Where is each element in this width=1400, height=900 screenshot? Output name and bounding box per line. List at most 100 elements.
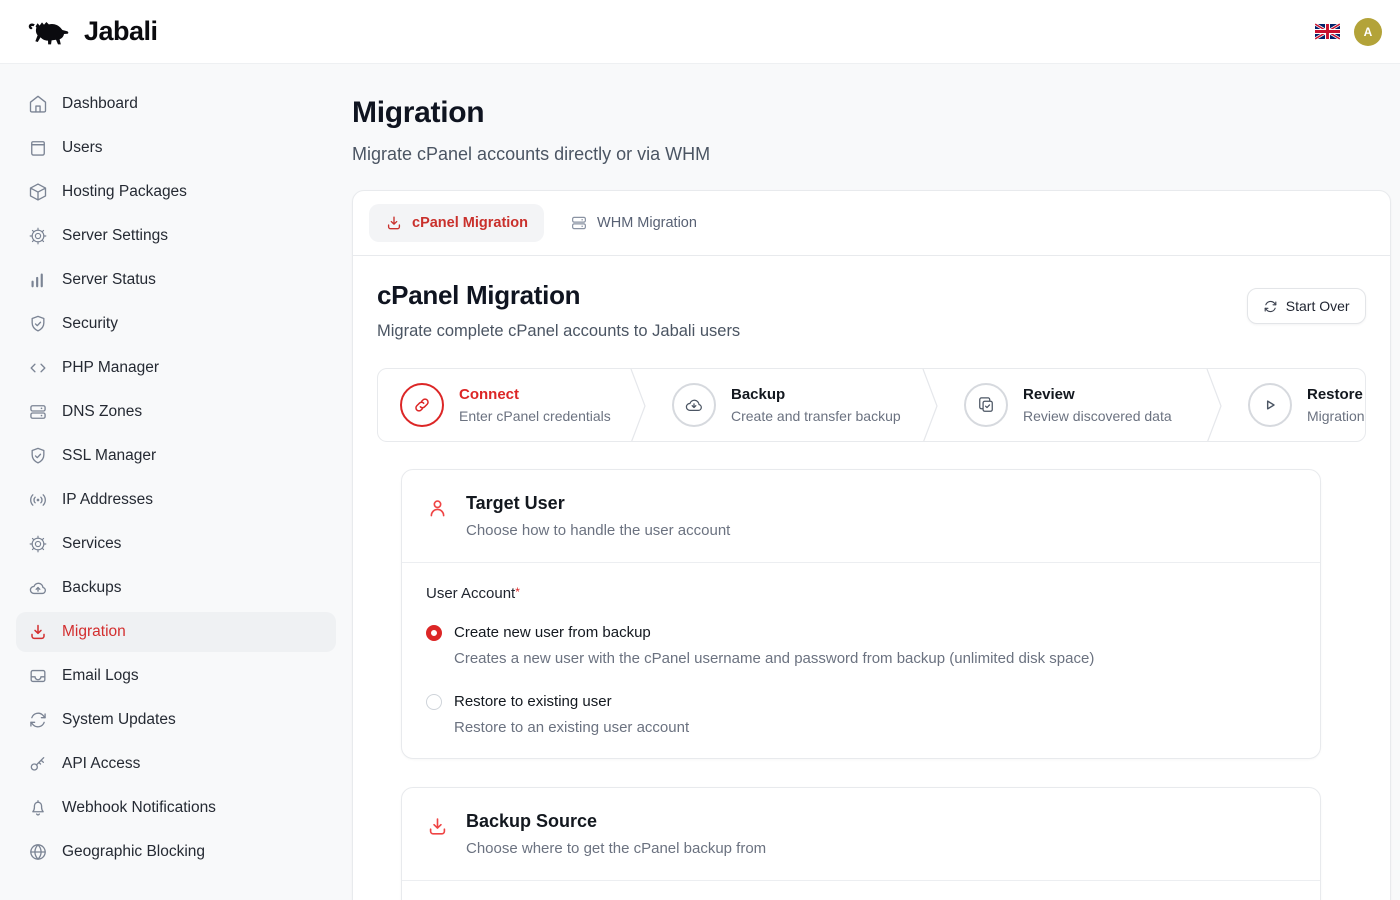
sidebar-item-label: IP Addresses [62,491,153,509]
sidebar-item-label: DNS Zones [62,403,142,421]
backup-source-card: Backup Source Choose where to get the cP… [401,787,1321,900]
start-over-button[interactable]: Start Over [1247,288,1366,324]
option-restore-existing-user: Restore to existing user Restore to an e… [426,693,1296,736]
sidebar-item-migration[interactable]: Migration [16,612,336,652]
sidebar-item-server-settings[interactable]: Server Settings [16,216,336,256]
option-description: Restore to an existing user account [454,719,1296,736]
sidebar-item-php-manager[interactable]: PHP Manager [16,348,336,388]
sidebar-item-email-logs[interactable]: Email Logs [16,656,336,696]
cloud-upload-icon [28,578,48,598]
radio-selected-icon[interactable] [426,625,442,641]
gear-icon [28,534,48,554]
sidebar-item-dns-zones[interactable]: DNS Zones [16,392,336,432]
clipboard-check-icon [976,395,996,415]
step-restore: Restore Migration [1226,369,1365,441]
shield-check-icon [28,314,48,334]
card-subtitle: Choose where to get the cPanel backup fr… [466,840,766,857]
step-subtitle: Review discovered data [1023,408,1172,424]
sidebar: Dashboard Users Hosting Packages Server … [0,64,352,900]
sidebar-item-security[interactable]: Security [16,304,336,344]
bar-chart-icon [28,270,48,290]
sidebar-item-geographic-blocking[interactable]: Geographic Blocking [16,832,336,872]
sidebar-item-label: Security [62,315,118,333]
globe-icon [28,842,48,862]
download-icon [426,815,449,838]
sidebar-item-label: Dashboard [62,95,138,113]
brand-name: Jabali [84,16,158,47]
refresh-icon [28,710,48,730]
person-icon [426,497,449,520]
section-subtitle: Migrate complete cPanel accounts to Jaba… [377,322,740,341]
option-create-new-user: Create new user from backup Creates a ne… [426,624,1296,667]
sidebar-item-api-access[interactable]: API Access [16,744,336,784]
cloud-download-icon [684,395,704,415]
sidebar-item-server-status[interactable]: Server Status [16,260,336,300]
step-title: Connect [459,386,611,403]
radio-unselected-icon[interactable] [426,694,442,710]
step-circle [400,383,444,427]
page-title: Migration [352,96,1391,130]
step-subtitle: Migration [1307,408,1365,424]
main-content: Migration Migrate cPanel accounts direct… [352,64,1400,900]
tab-bar: cPanel Migration WHM Migration [353,191,1390,256]
shield-check-icon [28,446,48,466]
tab-label: cPanel Migration [412,215,528,231]
sidebar-item-label: PHP Manager [62,359,159,377]
radio-create-new-user[interactable]: Create new user from backup [426,624,1296,641]
step-separator [630,369,650,441]
home-icon [28,94,48,114]
bell-icon [28,798,48,818]
required-mark: * [515,585,520,599]
boar-logo-icon [26,15,74,49]
uk-flag-icon[interactable] [1315,23,1340,40]
sidebar-item-hosting-packages[interactable]: Hosting Packages [16,172,336,212]
sidebar-item-ip-addresses[interactable]: IP Addresses [16,480,336,520]
server-icon [570,214,588,232]
step-circle [672,383,716,427]
tab-cpanel-migration[interactable]: cPanel Migration [369,204,544,242]
step-backup: Backup Create and transfer backup [650,369,922,441]
step-separator [922,369,942,441]
sidebar-item-ssl-manager[interactable]: SSL Manager [16,436,336,476]
step-title: Restore [1307,386,1365,403]
broadcast-icon [28,490,48,510]
server-icon [28,402,48,422]
card-title: Backup Source [466,811,766,832]
start-over-label: Start Over [1286,298,1350,314]
sidebar-item-label: Server Settings [62,227,168,245]
sidebar-item-label: System Updates [62,711,176,729]
step-title: Backup [731,386,901,403]
option-description: Creates a new user with the cPanel usern… [454,650,1296,667]
card-subtitle: Choose how to handle the user account [466,522,730,539]
sidebar-item-system-updates[interactable]: System Updates [16,700,336,740]
step-title: Review [1023,386,1172,403]
tab-whm-migration[interactable]: WHM Migration [554,204,713,242]
sidebar-item-label: Geographic Blocking [62,843,205,861]
sidebar-item-label: Server Status [62,271,156,289]
gear-icon [28,226,48,246]
sidebar-item-label: Users [62,139,102,157]
brand-logo[interactable]: Jabali [26,15,158,49]
avatar[interactable]: A [1354,18,1382,46]
archive-icon [28,138,48,158]
code-icon [28,358,48,378]
sidebar-item-webhook-notifications[interactable]: Webhook Notifications [16,788,336,828]
sidebar-item-dashboard[interactable]: Dashboard [16,84,336,124]
card-title: Target User [466,493,730,514]
step-subtitle: Create and transfer backup [731,408,901,424]
sidebar-item-label: Email Logs [62,667,139,685]
sidebar-item-users[interactable]: Users [16,128,336,168]
sidebar-item-label: Backups [62,579,121,597]
page-subtitle: Migrate cPanel accounts directly or via … [352,144,1391,165]
sidebar-item-services[interactable]: Services [16,524,336,564]
link-icon [412,395,432,415]
user-account-label: User Account* [426,585,1296,602]
sidebar-item-label: Webhook Notifications [62,799,216,817]
sidebar-item-backups[interactable]: Backups [16,568,336,608]
section-title: cPanel Migration [377,280,740,311]
radio-restore-existing-user[interactable]: Restore to existing user [426,693,1296,710]
step-circle [1248,383,1292,427]
backup-source-body [402,881,1320,900]
step-connect: Connect Enter cPanel credentials [378,369,630,441]
sidebar-item-label: SSL Manager [62,447,156,465]
